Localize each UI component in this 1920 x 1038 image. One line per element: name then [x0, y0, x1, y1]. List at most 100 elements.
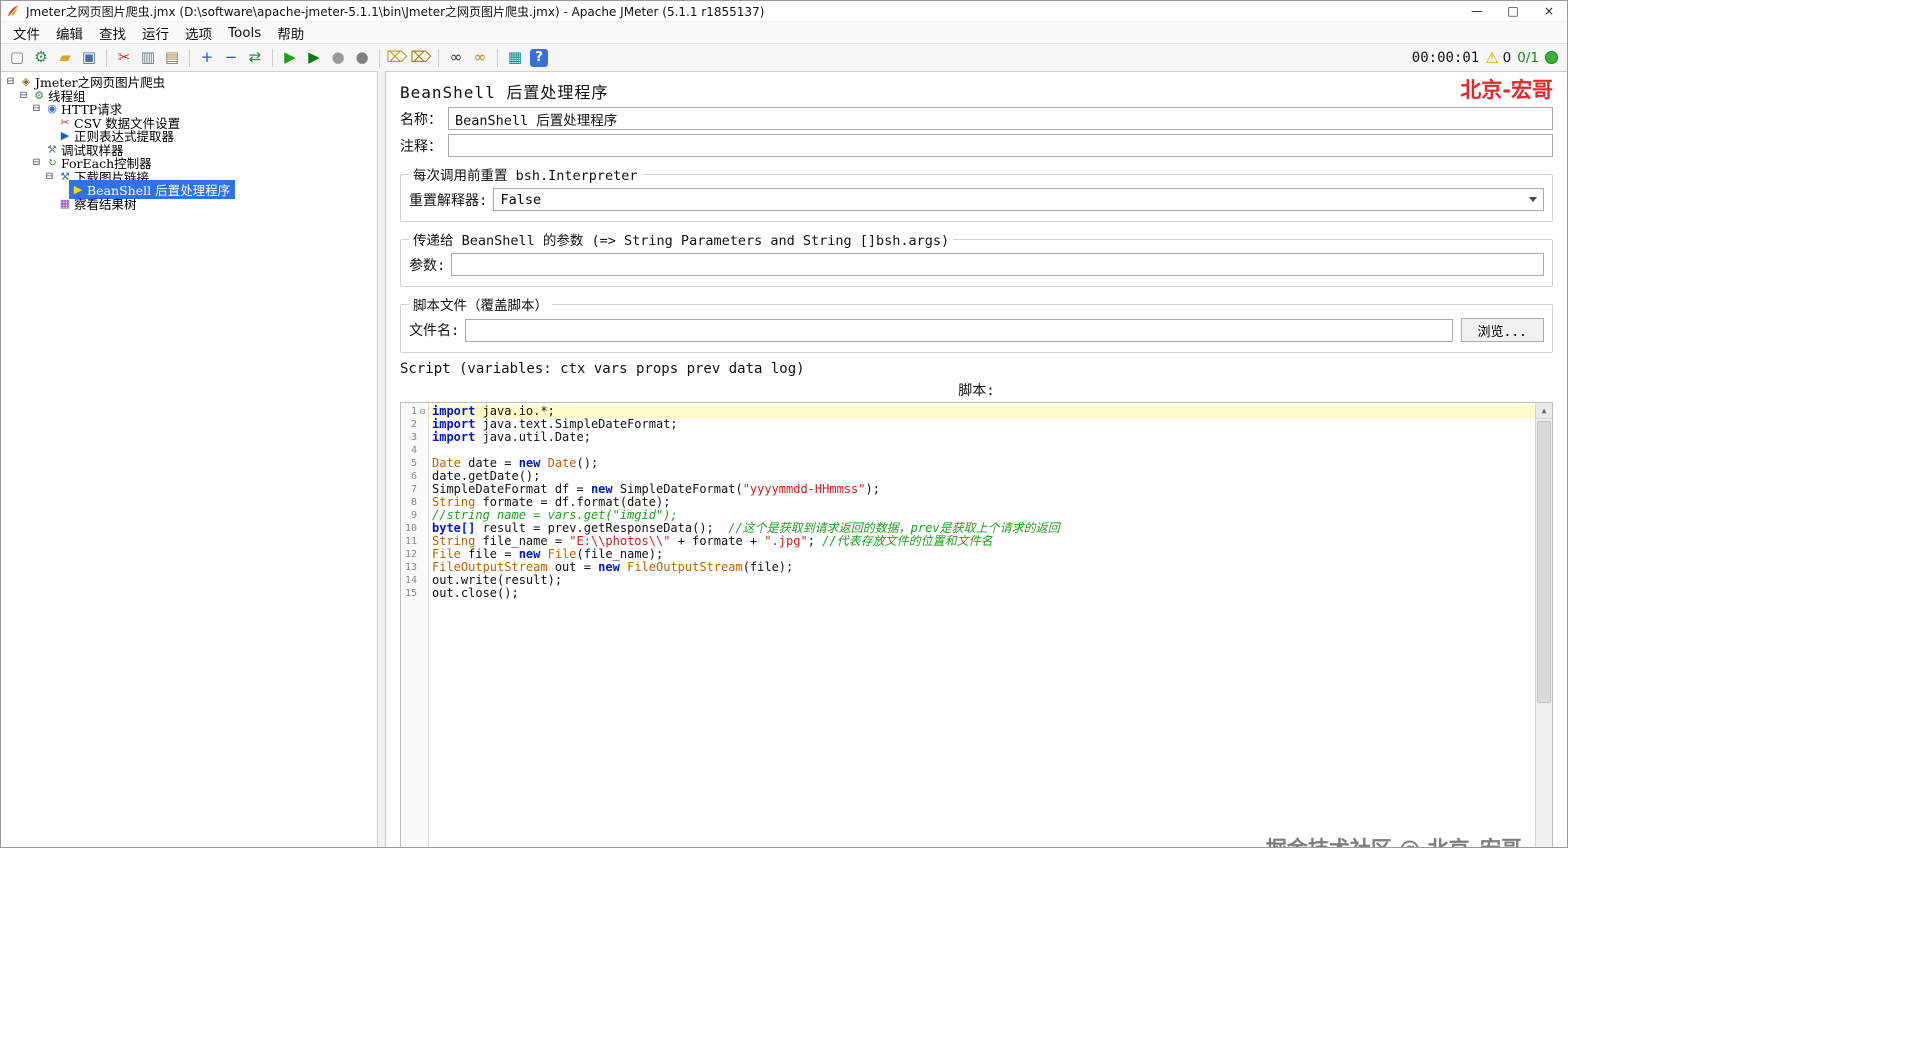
panel-header: BeanShell 后置处理程序 北京-宏哥 — [400, 79, 1553, 103]
close-button[interactable]: × — [1531, 2, 1567, 21]
comment-input[interactable] — [448, 134, 1553, 157]
collapse-handle-icon[interactable]: ⊟ — [17, 90, 30, 101]
splitter-handle[interactable] — [378, 71, 386, 847]
warning-count: 0 — [1502, 49, 1512, 66]
tree-node-label: 察看结果树 — [74, 196, 137, 212]
code-line-14[interactable]: out.write(result); — [429, 574, 1552, 587]
line-number: 7 — [410, 484, 417, 495]
code-area[interactable]: import java.io.*; import java.text.Simple… — [429, 403, 1552, 847]
reset-interpreter-row: 重置解释器: False — [409, 188, 1544, 211]
name-input[interactable] — [448, 107, 1553, 130]
reset-interpreter-label: 重置解释器: — [409, 192, 488, 209]
open-file-icon[interactable]: ▰ — [54, 47, 76, 69]
maximize-button[interactable]: □ — [1495, 2, 1531, 21]
line-number: 12 — [404, 549, 417, 560]
paste-icon[interactable]: ▤ — [161, 47, 183, 69]
line-number: 9 — [410, 510, 417, 521]
line-number: 8 — [410, 497, 417, 508]
brand-text: 北京-宏哥 — [1460, 78, 1553, 102]
toolbar-separator — [272, 48, 273, 67]
code-line-3[interactable]: import java.util.Date; — [429, 431, 1552, 444]
code-line-5[interactable]: Date date = new Date(); — [429, 457, 1552, 470]
name-row: 名称： — [400, 107, 1553, 130]
copy-icon[interactable]: ▥ — [137, 47, 159, 69]
script-file-legend: 脚本文件（覆盖脚本） — [413, 298, 548, 314]
code-line-2[interactable]: import java.text.SimpleDateFormat; — [429, 418, 1552, 431]
help-icon[interactable]: ? — [530, 48, 548, 67]
minimize-button[interactable]: — — [1459, 2, 1495, 21]
collapse-handle-icon[interactable]: ⊟ — [43, 171, 56, 182]
start-no-pauses-icon[interactable]: ▶ — [303, 47, 325, 69]
code-line-13[interactable]: FileOutputStream out = new FileOutputStr… — [429, 561, 1552, 574]
scroll-thumb[interactable] — [1537, 421, 1551, 703]
template-icon[interactable]: ⚙ — [30, 47, 52, 69]
clear-icon[interactable]: ⌦ — [386, 47, 408, 69]
collapse-handle-icon[interactable]: ⊟ — [4, 76, 17, 87]
config-panel: BeanShell 后置处理程序 北京-宏哥 名称： 注释： 每次调用前重置 b… — [386, 71, 1567, 847]
save-icon[interactable]: ▣ — [78, 47, 100, 69]
function-helper-icon[interactable]: ▦ — [504, 47, 526, 69]
toolbar-separator — [497, 48, 498, 67]
toolbar-separator — [106, 48, 107, 67]
collapse-handle-icon[interactable]: ⊟ — [30, 157, 43, 168]
menu-run[interactable]: 运行 — [134, 21, 177, 45]
jmeter-window: Jmeter之网页图片爬虫.jmx (D:\software\apache-jm… — [0, 0, 1568, 848]
fold-toggle-icon[interactable]: ⊟ — [417, 407, 428, 416]
line-number: 15 — [404, 588, 417, 599]
vertical-scrollbar[interactable]: ▲ ▼ — [1535, 403, 1552, 847]
search-reset-icon[interactable]: ∞ — [469, 47, 491, 69]
desktop: Jmeter之网页图片爬虫.jmx (D:\software\apache-jm… — [0, 0, 1920, 1038]
line-number: 6 — [410, 471, 417, 482]
script-file-row: 文件名: 浏览... — [409, 318, 1544, 342]
stop-icon[interactable]: ● — [327, 47, 349, 69]
test-timer: 00:00:01 — [1411, 49, 1480, 66]
reset-interpreter-combobox[interactable]: False — [493, 188, 1544, 211]
search-icon[interactable]: ∞ — [445, 47, 467, 69]
line-number: 3 — [410, 432, 417, 443]
test-plan-tree: ⊟ ◈ Jmeter之网页图片爬虫 ⊟ ⚙ 线程组 ⊟ ◉ HTTP请求 ✂ CSV 数据文件设置 ▶… — [1, 71, 378, 847]
filename-label: 文件名: — [409, 323, 460, 339]
toolbar-icons: ▢ ⚙ ▰ ▣ ✂ ▥ ▤ + − ⇄ ▶ ▶ ● ● ⌦ ⌦ ∞ ∞ ▦? — [6, 47, 550, 69]
collapse-handle-icon[interactable]: ⊟ — [30, 103, 43, 114]
collapse-icon[interactable]: − — [220, 47, 242, 69]
line-number: 1 — [410, 406, 417, 417]
menu-search[interactable]: 查找 — [91, 21, 134, 45]
browse-button[interactable]: 浏览... — [1460, 318, 1544, 342]
menu-options[interactable]: 选项 — [177, 21, 220, 45]
start-icon[interactable]: ▶ — [279, 47, 301, 69]
script-file-group: 脚本文件（覆盖脚本） 文件名: 浏览... — [400, 294, 1553, 353]
active-threads-count: 0/1 — [1517, 49, 1539, 66]
filename-input[interactable] — [465, 318, 1453, 342]
clear-all-icon[interactable]: ⌦ — [410, 47, 432, 69]
reset-interpreter-legend: 每次调用前重置 bsh.Interpreter — [413, 168, 638, 184]
menu-tools[interactable]: Tools — [220, 23, 269, 43]
window-title: Jmeter之网页图片爬虫.jmx (D:\software\apache-jm… — [26, 4, 765, 19]
view-results-tree-icon: ▦ — [59, 196, 71, 210]
code-line-15[interactable]: out.close(); — [429, 587, 1552, 600]
expand-icon[interactable]: + — [196, 47, 218, 69]
reset-interpreter-group: 每次调用前重置 bsh.Interpreter 重置解释器: False — [400, 164, 1553, 222]
parameters-input[interactable] — [451, 253, 1544, 276]
health-status-icon — [1545, 51, 1558, 64]
script-editor: 1 ⊟ 2 3 4 5 6 7 8 9 10 11 12 13 14 15 import java.io.*;… — [400, 402, 1553, 847]
line-number: 10 — [404, 523, 417, 534]
parameters-label: 参数: — [409, 257, 446, 274]
menu-help[interactable]: 帮助 — [269, 21, 312, 45]
menu-file[interactable]: 文件 — [5, 21, 48, 45]
toolbar-separator — [189, 48, 190, 67]
shutdown-icon[interactable]: ● — [351, 47, 373, 69]
content-split: ⊟ ◈ Jmeter之网页图片爬虫 ⊟ ⚙ 线程组 ⊟ ◉ HTTP请求 ✂ CSV 数据文件设置 ▶… — [1, 71, 1567, 847]
cut-icon[interactable]: ✂ — [113, 47, 135, 69]
log-warning-icon[interactable]: ⚠ — [1485, 49, 1498, 67]
toolbar: ▢ ⚙ ▰ ▣ ✂ ▥ ▤ + − ⇄ ▶ ▶ ● ● ⌦ ⌦ ∞ ∞ ▦? 00:00:01 ⚠ 0 0/1 — [1, 43, 1567, 72]
menu-edit[interactable]: 编辑 — [48, 21, 91, 45]
comment-label: 注释： — [400, 138, 442, 155]
toolbar-separator — [379, 48, 380, 67]
script-variables-caption: Script (variables: ctx vars props prev d… — [400, 361, 805, 377]
parameters-row: 参数: — [409, 253, 1544, 276]
page-title: BeanShell 后置处理程序 — [400, 83, 609, 102]
toggle-icon[interactable]: ⇄ — [244, 47, 266, 69]
toolbar-separator — [438, 48, 439, 67]
scroll-up-button[interactable]: ▲ — [1536, 403, 1552, 419]
new-file-icon[interactable]: ▢ — [6, 47, 28, 69]
